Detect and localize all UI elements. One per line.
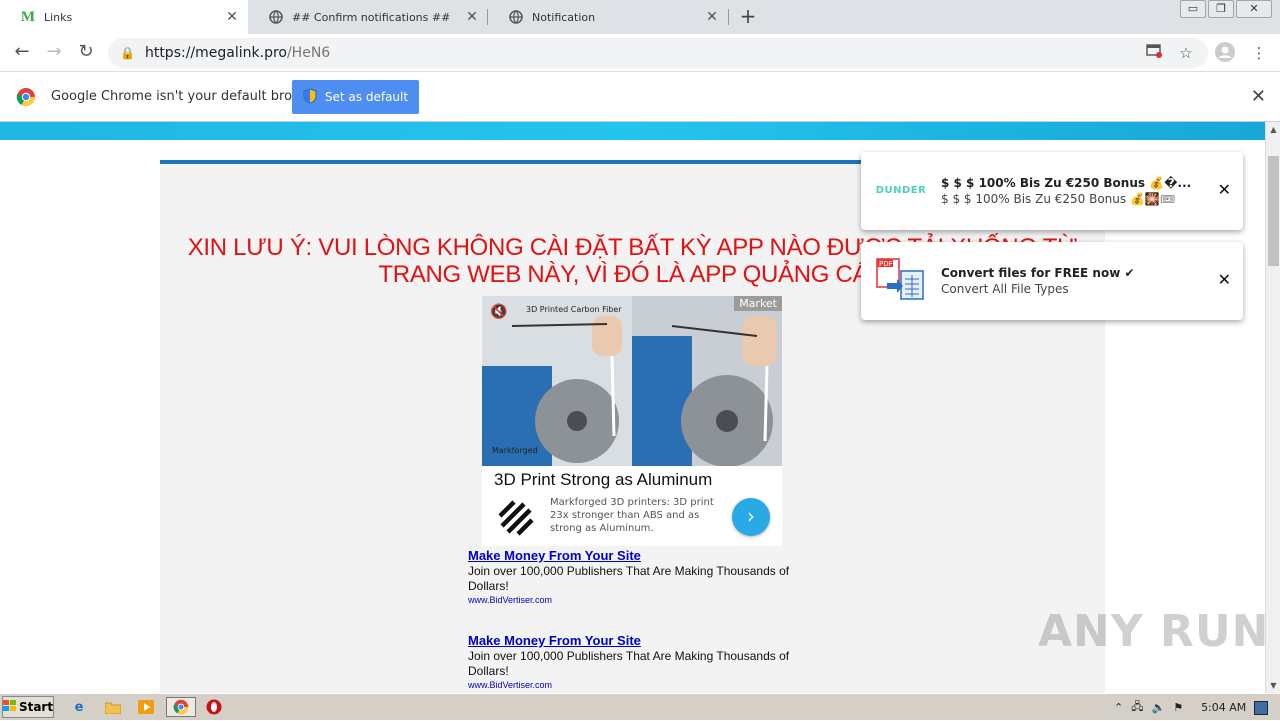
text-ad-description: Join over 100,000 Publishers That Are Ma… — [468, 564, 790, 593]
text-ad-title[interactable]: Make Money From Your Site — [468, 548, 808, 563]
windows-logo-icon — [2, 699, 17, 715]
menu-kebab-icon[interactable]: ⋮ — [1248, 42, 1270, 64]
chrome-taskbar-button[interactable] — [166, 697, 196, 717]
clock[interactable]: 5:04 AM — [1201, 701, 1246, 714]
explorer-folder-icon[interactable] — [102, 697, 124, 717]
tab-links[interactable]: M Links ✕ — [0, 0, 248, 34]
tab-title: Notification — [532, 10, 596, 24]
display-ad[interactable]: 🔇 3D Printed Carbon Fiber Markforged Mar… — [482, 296, 782, 546]
close-tab-icon[interactable]: ✕ — [702, 9, 722, 25]
close-window-button[interactable]: ✕ — [1236, 0, 1272, 18]
window-controls: ▭ ❐ ✕ — [1180, 0, 1272, 18]
start-label: Start — [18, 700, 54, 714]
set-as-default-label: Set as default — [324, 90, 409, 104]
close-tab-icon[interactable]: ✕ — [222, 9, 242, 25]
tab-notification[interactable]: Notification ✕ — [488, 0, 728, 34]
lock-icon[interactable]: 🔒 — [120, 46, 135, 60]
ad-market-label[interactable]: Market — [734, 296, 782, 311]
infobar-close-icon[interactable]: ✕ — [1251, 86, 1266, 107]
ad-video-thumbnail[interactable]: 🔇 3D Printed Carbon Fiber Markforged — [482, 296, 782, 467]
text-ad-url[interactable]: www.BidVertiser.com — [468, 680, 808, 690]
media-player-icon[interactable] — [135, 697, 157, 717]
anyrun-watermark: ANY RUN — [1038, 606, 1270, 657]
start-button[interactable]: Start — [2, 696, 54, 718]
tab-confirm-notifications[interactable]: ## Confirm notifications ## ✕ — [248, 0, 488, 34]
action-center-flag-icon[interactable]: ⚑ — [1173, 701, 1183, 714]
globe-icon — [268, 9, 284, 25]
notification-title: $ $ $ 100% Bis Zu €250 Bonus 💰�... — [941, 176, 1192, 190]
reload-button[interactable]: ↻ — [74, 41, 98, 65]
ad-description: Markforged 3D printers: 3D print 23x str… — [550, 497, 714, 534]
close-tab-icon[interactable]: ✕ — [462, 9, 482, 25]
scroll-thumb[interactable] — [1268, 156, 1279, 266]
bookmark-star-icon[interactable]: ☆ — [1175, 42, 1197, 64]
text-ad-description: Join over 100,000 Publishers That Are Ma… — [468, 649, 790, 678]
profile-avatar-icon[interactable] — [1214, 42, 1236, 64]
notification-popup[interactable]: DUNDER $ $ $ 100% Bis Zu €250 Bonus 💰�..… — [861, 152, 1243, 230]
browser-toolbar: ← → ↻ 🔒 https://megalink.pro/HeN6 ☆ ⋮ — [0, 34, 1280, 72]
m-favicon-icon: M — [20, 8, 36, 25]
text-ad[interactable]: Make Money From Your Site Join over 100,… — [468, 633, 808, 690]
notification-body: $ $ $ 100% Bis Zu €250 Bonus 💰🎇🎟 — [941, 192, 1176, 206]
default-browser-infobar: Google Chrome isn't your default browser… — [0, 72, 1280, 122]
infobar-message: Google Chrome isn't your default browser — [51, 89, 323, 104]
pdf-label: PDF — [879, 260, 893, 268]
chevron-right-icon[interactable]: › — [732, 498, 770, 536]
dunder-logo-icon: DUNDER — [875, 184, 927, 196]
tab-divider — [728, 9, 729, 25]
network-icon[interactable]: 🖧 — [1131, 698, 1143, 717]
main-content: XIN LƯU Ý: VUI LÒNG KHÔNG CÀI ĐẶT BẤT KỲ… — [160, 160, 1105, 693]
tab-strip: M Links ✕ ## Confirm notifications ## ✕ … — [0, 0, 1280, 34]
shield-icon — [303, 87, 317, 107]
chrome-logo-icon — [16, 87, 36, 107]
new-tab-button[interactable]: + — [736, 5, 760, 29]
markforged-logo-icon — [494, 496, 538, 540]
notification-title: Convert files for FREE now ✔ — [941, 266, 1135, 280]
ad-headline[interactable]: 3D Print Strong as Aluminum — [494, 470, 712, 490]
close-notification-icon[interactable]: ✕ — [1218, 270, 1231, 289]
show-hidden-icons-icon[interactable]: ⌃ — [1114, 701, 1123, 714]
tab-title: Links — [44, 10, 73, 24]
notification-popup[interactable]: PDF Convert files for FREE now ✔ Convert… — [861, 242, 1243, 320]
volume-icon[interactable]: 🔈 — [1151, 701, 1165, 714]
system-tray: ⌃ 🖧 🔈 ⚑ 5:04 AM — [1108, 694, 1280, 721]
tab-title: ## Confirm notifications ## — [292, 10, 451, 24]
address-bar[interactable]: 🔒 https://megalink.pro/HeN6 — [108, 38, 1208, 68]
scroll-up-icon[interactable]: ▲ — [1266, 122, 1280, 137]
notifications-blocked-icon[interactable] — [1143, 42, 1165, 64]
notification-body: Convert All File Types — [941, 282, 1069, 296]
forward-button[interactable]: → — [42, 41, 66, 65]
url-text: https://megalink.pro/HeN6 — [144, 45, 331, 61]
text-ad-title[interactable]: Make Money From Your Site — [468, 633, 808, 648]
windows-taskbar: Start e ⌃ 🖧 🔈 ⚑ 5:04 AM — [0, 693, 1280, 720]
internet-explorer-icon[interactable]: e — [68, 697, 90, 717]
set-as-default-button[interactable]: Set as default — [292, 80, 419, 114]
mute-icon[interactable]: 🔇 — [490, 304, 507, 320]
brand-watermark: Markforged — [492, 446, 538, 455]
back-button[interactable]: ← — [10, 41, 34, 65]
show-desktop-icon[interactable] — [1254, 700, 1269, 715]
close-notification-icon[interactable]: ✕ — [1218, 180, 1231, 199]
minimize-button[interactable]: ▭ — [1180, 0, 1206, 18]
globe-icon — [508, 9, 524, 25]
site-header-banner — [0, 122, 1265, 140]
opera-icon[interactable] — [203, 697, 225, 717]
text-ad-url[interactable]: www.BidVertiser.com — [468, 595, 808, 605]
scroll-down-icon[interactable]: ▼ — [1266, 678, 1280, 693]
pdf-convert-icon: PDF — [875, 258, 927, 300]
text-ad[interactable]: Make Money From Your Site Join over 100,… — [468, 548, 808, 605]
video-caption: 3D Printed Carbon Fiber — [526, 305, 622, 314]
restore-button[interactable]: ❐ — [1208, 0, 1234, 18]
